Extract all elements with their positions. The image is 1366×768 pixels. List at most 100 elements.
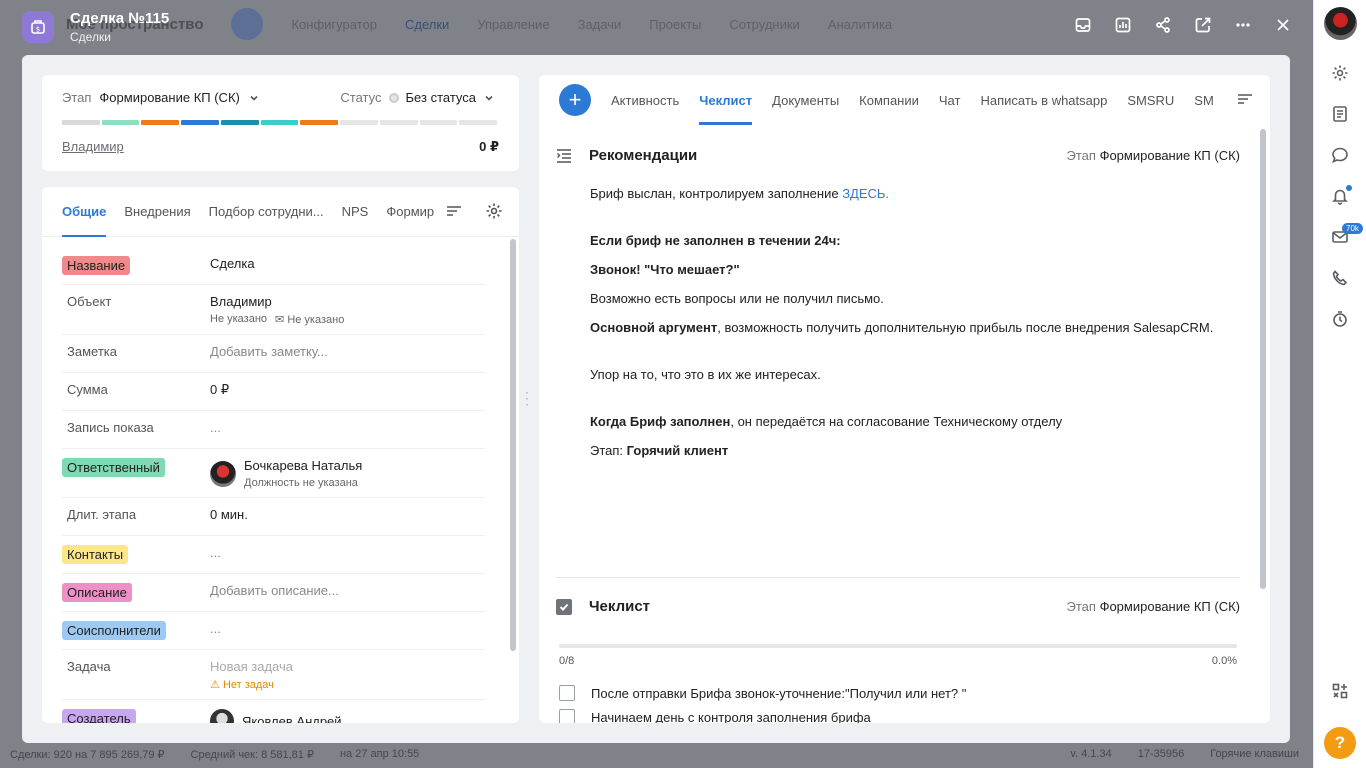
recommendations-stage: Этап Формирование КП (СК): [1067, 148, 1240, 163]
field-coexecutors-value[interactable]: ...: [210, 621, 485, 641]
field-row-contacts: Контакты ...: [62, 536, 485, 574]
deal-title: Сделка №115: [70, 10, 170, 27]
chat-icon[interactable]: [1331, 146, 1351, 166]
stage-segment-11[interactable]: [459, 120, 498, 125]
stage-segment-8[interactable]: [340, 120, 378, 125]
apps-icon[interactable]: [1331, 682, 1351, 702]
close-icon[interactable]: [1273, 14, 1293, 36]
checklist-checkbox[interactable]: [559, 685, 575, 701]
document-icon[interactable]: [1331, 105, 1351, 125]
panel-resize-handle[interactable]: · · ·: [525, 386, 531, 410]
recommendations-stage-label: Этап: [1066, 148, 1096, 163]
field-description-input[interactable]: Добавить описание...: [210, 583, 485, 603]
brief-link[interactable]: ЗДЕСЬ.: [842, 186, 889, 201]
tab-whatsapp[interactable]: Написать в whatsapp: [980, 75, 1107, 125]
tab-checklist[interactable]: Чеклист: [699, 75, 752, 125]
rec-paragraph: Возможно есть вопросы или не получил пис…: [590, 291, 884, 306]
timer-icon[interactable]: [1331, 310, 1351, 330]
owner-link[interactable]: Владимир: [62, 139, 124, 154]
field-creator-value[interactable]: Яковлев Андрей: [210, 709, 485, 723]
creator-name: Яковлев Андрей: [242, 713, 342, 724]
no-tasks-warning: ⚠ Нет задач: [210, 678, 485, 691]
warning-icon: ⚠: [210, 679, 220, 691]
field-task-value[interactable]: Новая задача ⚠ Нет задач: [210, 659, 485, 691]
help-button[interactable]: ?: [1324, 727, 1356, 759]
tab-documents[interactable]: Документы: [772, 75, 839, 125]
tab-sm[interactable]: SM: [1194, 75, 1214, 125]
phone-icon[interactable]: [1331, 269, 1351, 289]
field-label: Соисполнители: [62, 621, 210, 641]
field-sum-value[interactable]: 0 ₽: [210, 382, 485, 402]
checklist-percent: 0.0%: [1211, 655, 1237, 667]
tab-general[interactable]: Общие: [62, 187, 107, 237]
stage-segment-7[interactable]: [300, 120, 339, 125]
deal-sum: 0 ₽: [479, 139, 499, 154]
status-selector[interactable]: Статус Без статуса: [340, 90, 495, 105]
field-object-value[interactable]: Владимир Не указано ✉ Не указано: [210, 294, 485, 326]
field-row-responsible: Ответственный Бочкарева Наталья Должност…: [62, 449, 485, 498]
rec-paragraph: Этап: Горячий клиент: [590, 442, 1240, 460]
field-responsible-value[interactable]: Бочкарева Наталья Должность не указана: [210, 458, 485, 489]
svg-text:$: $: [36, 26, 40, 34]
field-name-value[interactable]: Сделка: [210, 256, 485, 276]
tab-implementations[interactable]: Внедрения: [124, 187, 190, 237]
rec-text: Этап:: [590, 443, 627, 458]
tab-smsru[interactable]: SMSRU: [1127, 75, 1174, 125]
checklist-title: Чеклист: [589, 598, 651, 615]
add-button[interactable]: +: [559, 84, 591, 116]
field-row-description: Описание Добавить описание...: [62, 574, 485, 612]
checklist-item[interactable]: После отправки Брифа звонок-уточнение:"П…: [559, 685, 966, 701]
field-record-value[interactable]: ...: [210, 420, 485, 440]
stage-segment-6[interactable]: [260, 120, 299, 125]
no-tasks-text: Нет задач: [222, 679, 274, 691]
tab-forming[interactable]: Формир: [386, 187, 434, 237]
field-note-input[interactable]: Добавить заметку...: [210, 344, 485, 364]
recommendations-stage-value: Формирование КП (СК): [1099, 148, 1240, 163]
stage-segment-5[interactable]: [220, 120, 259, 125]
field-tag: Создатель: [62, 709, 136, 723]
open-external-icon[interactable]: [1193, 14, 1213, 36]
field-contacts-value[interactable]: ...: [210, 545, 485, 565]
object-email: ✉ Не указано: [275, 313, 344, 326]
share-icon[interactable]: [1153, 14, 1173, 36]
tab-activity[interactable]: Активность: [611, 75, 679, 125]
stage-selector[interactable]: Этап Формирование КП (СК): [62, 90, 260, 105]
checklist-checkbox[interactable]: [559, 709, 575, 723]
inbox-icon[interactable]: [1073, 14, 1093, 36]
checklist-item[interactable]: Начинаем день с контроля заполнения бриф…: [559, 709, 871, 723]
tabs-menu-icon[interactable]: [1230, 90, 1254, 111]
checklist-item-text: Начинаем день с контроля заполнения бриф…: [591, 709, 871, 724]
new-task-input[interactable]: Новая задача: [210, 659, 485, 674]
rec-text: , возможность получить дополнительную пр…: [717, 320, 1214, 335]
field-label: Длит. этапа: [67, 507, 137, 522]
tab-chat[interactable]: Чат: [939, 75, 961, 125]
rec-spacer: [590, 348, 1240, 366]
stage-segment-1[interactable]: [62, 120, 100, 125]
user-avatar[interactable]: [1324, 7, 1357, 40]
tab-staff-selection[interactable]: Подбор сотрудни...: [209, 187, 324, 237]
chart-icon[interactable]: [1113, 14, 1133, 36]
stage-segment-10[interactable]: [419, 120, 458, 125]
gear-icon[interactable]: [485, 202, 503, 223]
footer-average-check: Средний чек: 8 581,81 ₽: [190, 748, 314, 761]
field-label: Заметка: [67, 344, 117, 359]
settings-icon[interactable]: [1331, 64, 1351, 84]
tab-nps[interactable]: NPS: [342, 187, 369, 237]
chevron-down-icon: [485, 95, 493, 101]
rec-paragraph: Основной аргумент, возможность получить …: [590, 319, 1240, 337]
more-icon[interactable]: [1233, 14, 1253, 36]
stage-segment-4[interactable]: [181, 120, 219, 125]
stage-progress-bar[interactable]: [62, 120, 498, 125]
footer-date: на 27 апр 10:55: [339, 748, 420, 760]
stage-segment-3[interactable]: [141, 120, 180, 125]
mail-badge: 70k: [1342, 223, 1363, 234]
footer-hotkeys: Горячие клавиши: [1210, 748, 1299, 760]
footer-deals-count: Сделки: 920 на 7 895 269,79 ₽: [10, 748, 165, 761]
activity-scrollbar[interactable]: [1260, 129, 1266, 589]
stage-segment-2[interactable]: [101, 120, 140, 125]
rec-text: Звонок! "Что мешает?": [590, 262, 740, 277]
tabs-menu-icon[interactable]: [445, 202, 463, 223]
tab-companies[interactable]: Компании: [859, 75, 919, 125]
fields-scrollbar[interactable]: [510, 239, 516, 651]
stage-segment-9[interactable]: [379, 120, 418, 125]
